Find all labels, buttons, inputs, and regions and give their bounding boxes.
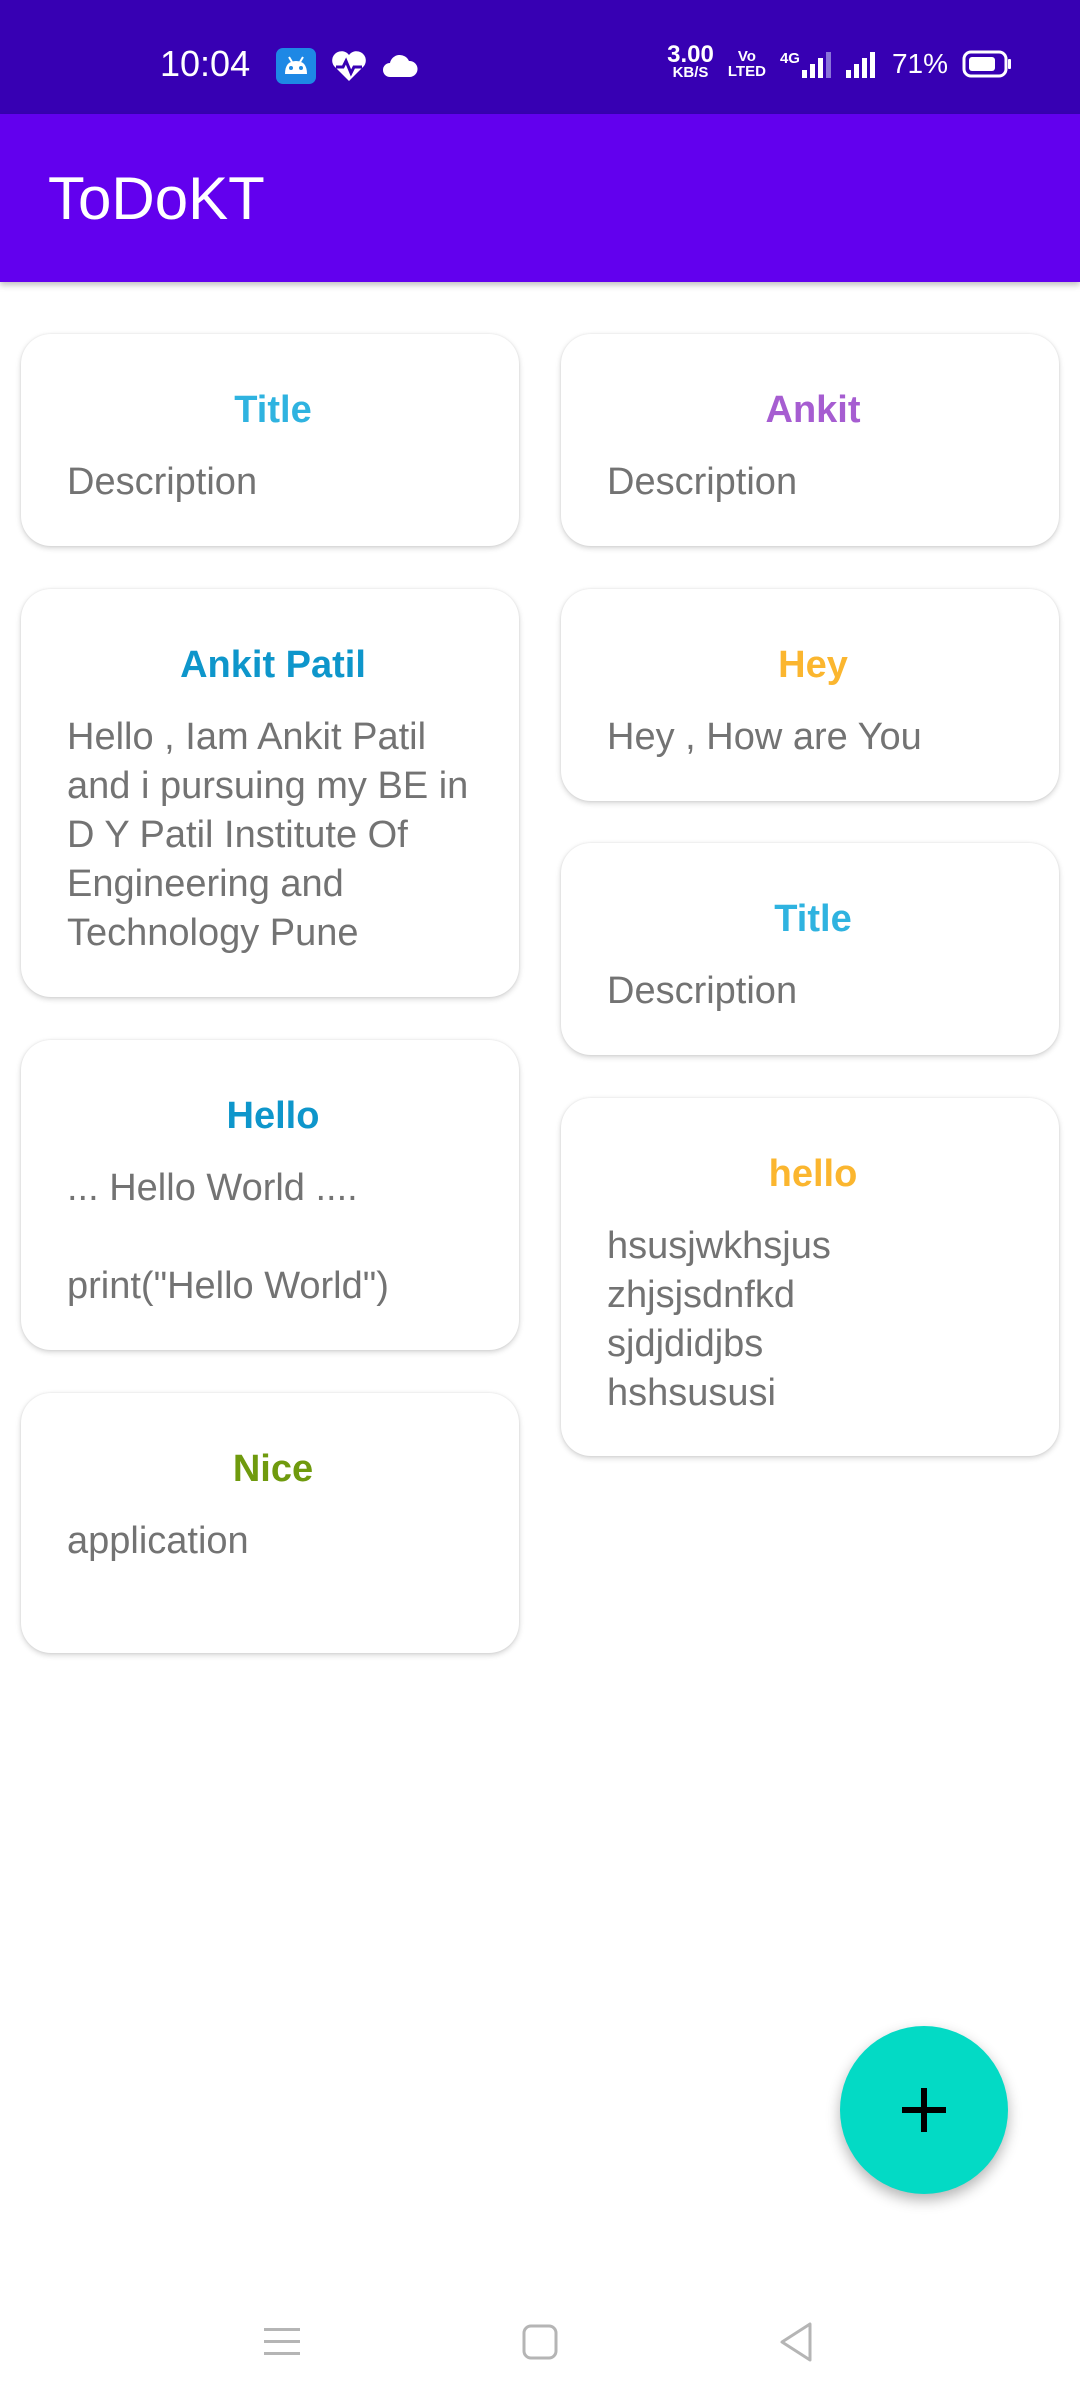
- nav-home-button[interactable]: [510, 2312, 570, 2372]
- note-card[interactable]: Title Description: [21, 334, 519, 546]
- note-title: Title: [774, 898, 852, 940]
- notification-icons: [276, 48, 418, 84]
- note-title: Title: [234, 389, 312, 431]
- note-title: Hello: [226, 1095, 320, 1137]
- note-description: application: [67, 1520, 249, 1562]
- note-card[interactable]: Ankit Description: [561, 334, 1059, 546]
- note-card[interactable]: Title Description: [561, 843, 1059, 1055]
- volte-top: Vo: [737, 48, 756, 65]
- health-heart-icon: [332, 51, 366, 81]
- note-card[interactable]: Ankit Patil Hello , Iam Ankit Patil and …: [21, 589, 519, 997]
- signal-bars-2-icon: [845, 52, 875, 78]
- status-right-group: 3.00 KB/S Vo LTED 4G 71%: [667, 41, 1012, 82]
- note-description: hsusjwkhsjus zhjsjsdnfkd sjdjdidjbs hshs…: [607, 1225, 831, 1414]
- note-card[interactable]: Hello ... Hello World .... print("Hello …: [21, 1040, 519, 1350]
- note-title: hello: [768, 1153, 858, 1195]
- note-title: Ankit Patil: [180, 644, 366, 686]
- back-icon: [780, 2322, 812, 2362]
- note-title: Nice: [232, 1448, 314, 1490]
- network-speed: 3.00 KB/S: [667, 41, 714, 82]
- nav-menu-button[interactable]: [252, 2312, 312, 2372]
- signal-bars-icon: [801, 52, 831, 78]
- note-title: Ankit: [765, 389, 861, 431]
- status-bar: 10:04 3.00 KB/S Vo LTED 4G 71%: [0, 0, 1080, 114]
- system-nav-bar: [0, 2282, 1080, 2400]
- note-description: Hey , How are You: [607, 716, 922, 758]
- note-card[interactable]: Nice application: [21, 1393, 519, 1653]
- note-description: Description: [607, 970, 798, 1012]
- note-title: Hey: [778, 644, 848, 686]
- home-icon: [522, 2324, 558, 2360]
- cloud-icon: [383, 54, 418, 77]
- app-title: ToDoKT: [48, 165, 265, 232]
- status-time: 10:04: [160, 43, 251, 84]
- add-note-button[interactable]: [840, 2026, 1008, 2194]
- note-description: Description: [67, 461, 258, 503]
- volte-bottom: LTED: [727, 63, 766, 80]
- note-card[interactable]: hello hsusjwkhsjus zhjsjsdnfkd sjdjdidjb…: [561, 1098, 1059, 1456]
- battery-percent: 71%: [891, 48, 948, 79]
- note-description: Hello , Iam Ankit Patil and i pursuing m…: [67, 716, 469, 954]
- volte-indicator: Vo LTED: [728, 49, 766, 79]
- battery-icon: [962, 50, 1011, 78]
- note-description: Description: [607, 461, 798, 503]
- plus-icon: [902, 2088, 946, 2132]
- network-speed-unit: KB/S: [672, 64, 709, 81]
- network-type: 4G: [779, 50, 800, 67]
- network-speed-value: 3.00: [667, 41, 714, 68]
- android-app-icon: [276, 48, 316, 84]
- signal-4g-icon: 4G: [780, 50, 832, 78]
- app-bar: ToDoKT: [0, 114, 1080, 282]
- note-card[interactable]: Hey Hey , How are You: [561, 589, 1059, 801]
- menu-icon: [264, 2328, 300, 2355]
- note-description: ... Hello World .... print("Hello World"…: [67, 1167, 389, 1307]
- nav-back-button[interactable]: [766, 2312, 826, 2372]
